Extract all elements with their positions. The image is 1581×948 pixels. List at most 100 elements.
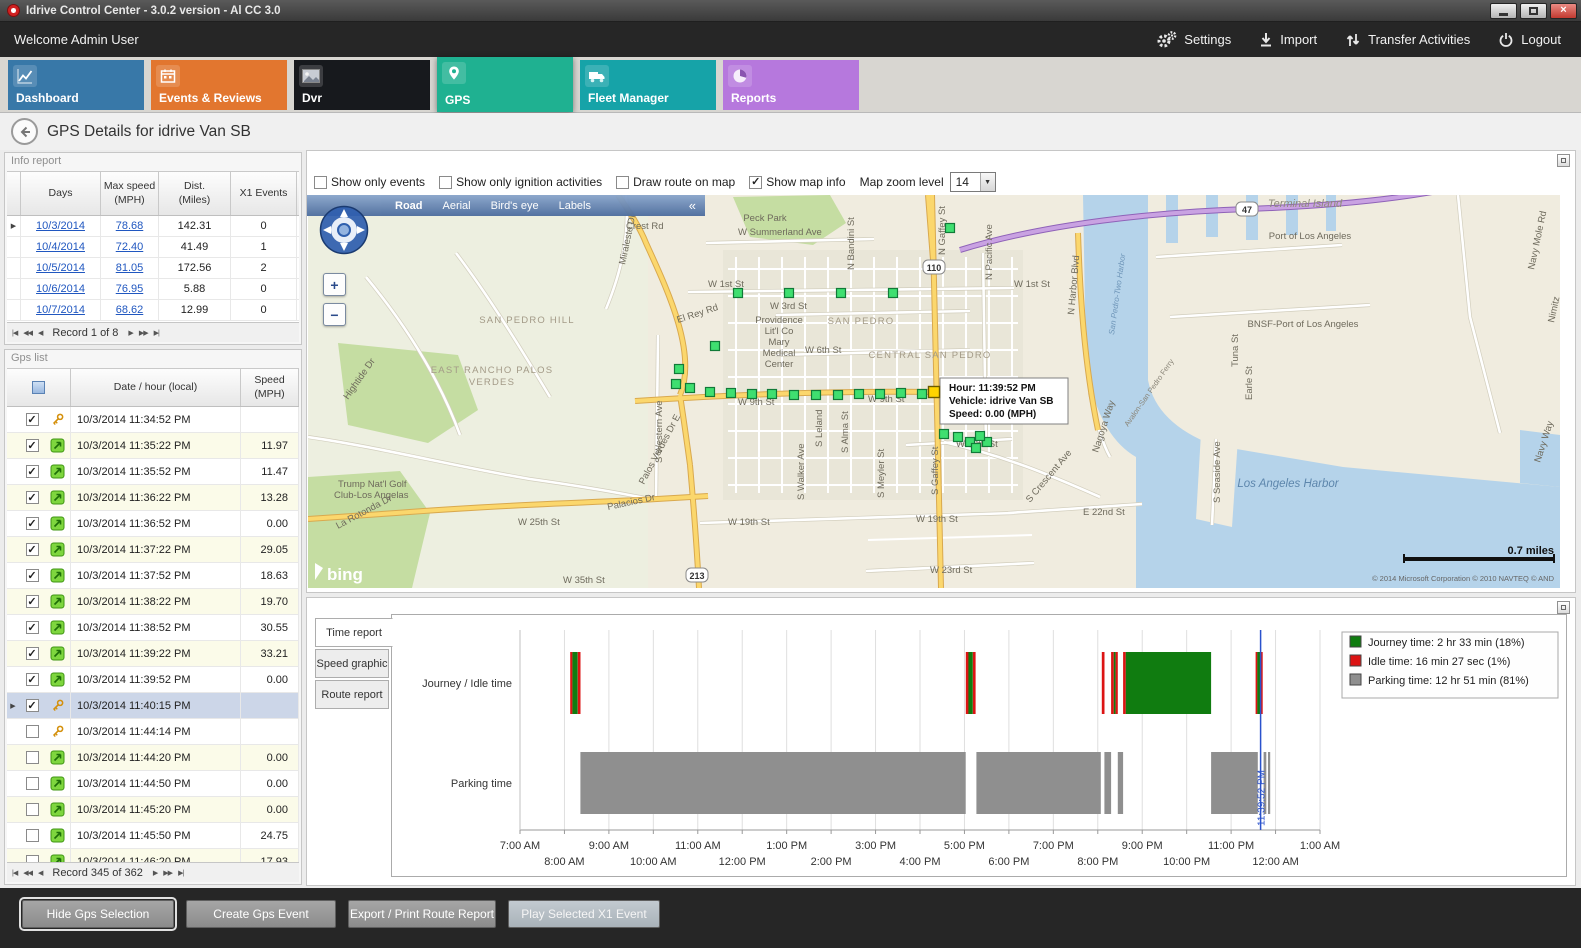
- gps-list-row[interactable]: 10/3/2014 11:35:52 PM11.47: [7, 459, 299, 485]
- map-option-checkbox[interactable]: [439, 176, 452, 189]
- row-checkbox[interactable]: [26, 439, 39, 452]
- date-column-header[interactable]: Date / hour (local): [71, 369, 241, 406]
- gps-marker[interactable]: [954, 433, 963, 442]
- gps-list-row[interactable]: 10/3/2014 11:38:52 PM30.55: [7, 615, 299, 641]
- gps-marker[interactable]: [790, 391, 799, 400]
- gps-marker[interactable]: [972, 444, 981, 453]
- bing-map[interactable]: Peck ParkCrest RdW Summerland AveMirales…: [308, 195, 1560, 588]
- row-checkbox[interactable]: [26, 803, 39, 816]
- column-header[interactable]: X1 Events: [231, 172, 297, 215]
- info-report-row[interactable]: 10/4/201472.4041.491: [7, 237, 299, 258]
- max-speed-link[interactable]: 76.95: [116, 283, 144, 295]
- column-header[interactable]: Max speed (MPH): [101, 172, 159, 215]
- info-report-row[interactable]: 10/5/201481.05172.562: [7, 258, 299, 279]
- row-checkbox[interactable]: [26, 621, 39, 634]
- menu-item-logout[interactable]: Logout: [1498, 32, 1561, 48]
- gps-list-row[interactable]: 10/3/2014 11:36:22 PM13.28: [7, 485, 299, 511]
- column-header[interactable]: Dist. (Miles): [159, 172, 231, 215]
- speed-column-header[interactable]: Speed (MPH): [241, 369, 299, 406]
- row-checkbox[interactable]: [26, 647, 39, 660]
- map-option-checkbox[interactable]: [749, 176, 762, 189]
- gps-marker[interactable]: [706, 388, 715, 397]
- row-checkbox[interactable]: [26, 595, 39, 608]
- max-speed-link[interactable]: 81.05: [116, 262, 144, 274]
- row-checkbox[interactable]: [26, 413, 39, 426]
- column-header[interactable]: Days: [21, 172, 101, 215]
- pager-first-button[interactable]: |◀: [12, 869, 17, 877]
- gps-marker[interactable]: [812, 391, 821, 400]
- map-nav-collapse-button[interactable]: «: [689, 198, 696, 213]
- row-checkbox[interactable]: [26, 725, 39, 738]
- gps-marker[interactable]: [918, 390, 927, 399]
- row-checkbox[interactable]: [26, 569, 39, 582]
- gps-marker[interactable]: [785, 289, 794, 298]
- row-checkbox[interactable]: [26, 673, 39, 686]
- select-all-button[interactable]: [32, 381, 45, 394]
- pager-next-button[interactable]: ▶: [153, 869, 157, 877]
- gps-marker[interactable]: [672, 380, 681, 389]
- row-checkbox[interactable]: [26, 465, 39, 478]
- day-link[interactable]: 10/6/2014: [36, 283, 85, 295]
- map-compass-control[interactable]: [317, 203, 371, 262]
- gps-list-row[interactable]: 10/3/2014 11:34:52 PM: [7, 407, 299, 433]
- pager-first-button[interactable]: |◀: [12, 329, 17, 337]
- tab-fleet-manager[interactable]: Fleet Manager: [580, 60, 716, 110]
- close-button[interactable]: ×: [1550, 3, 1577, 19]
- gps-list-row[interactable]: 10/3/2014 11:39:22 PM33.21: [7, 641, 299, 667]
- row-checkbox[interactable]: [26, 543, 39, 556]
- menu-item-transfer-activities[interactable]: Transfer Activities: [1345, 32, 1470, 48]
- map-style-aerial[interactable]: Aerial: [443, 200, 471, 212]
- day-link[interactable]: 10/7/2014: [36, 304, 85, 316]
- max-speed-link[interactable]: 72.40: [116, 241, 144, 253]
- gps-marker[interactable]: [711, 342, 720, 351]
- tab-dvr[interactable]: Dvr: [294, 60, 430, 110]
- selected-gps-marker[interactable]: [929, 387, 940, 398]
- menu-item-settings[interactable]: Settings: [1156, 31, 1231, 48]
- map-style-road[interactable]: Road: [395, 200, 423, 212]
- row-checkbox[interactable]: [26, 829, 39, 842]
- info-report-row[interactable]: ▶10/3/201478.68142.310: [7, 216, 299, 237]
- gps-list-row[interactable]: 10/3/2014 11:37:52 PM18.63: [7, 563, 299, 589]
- day-link[interactable]: 10/3/2014: [36, 220, 85, 232]
- back-button[interactable]: [11, 118, 38, 145]
- export-print-route-report-button[interactable]: Export / Print Route Report: [348, 900, 496, 928]
- map-zoom-in-button[interactable]: +: [323, 273, 346, 296]
- row-checkbox[interactable]: [26, 777, 39, 790]
- chart-tab-speed-graphic[interactable]: Speed graphic: [315, 649, 389, 678]
- chart-tab-route-report[interactable]: Route report: [315, 680, 389, 709]
- map-container[interactable]: Peck ParkCrest RdW Summerland AveMirales…: [308, 195, 1560, 588]
- map-style-labels[interactable]: Labels: [559, 200, 591, 212]
- map-zoom-select[interactable]: 14▼: [950, 172, 996, 192]
- tab-gps[interactable]: GPS: [437, 57, 573, 112]
- gps-list-row[interactable]: 10/3/2014 11:36:52 PM0.00: [7, 511, 299, 537]
- gps-marker[interactable]: [768, 390, 777, 399]
- gps-list-row[interactable]: 10/3/2014 11:35:22 PM11.97: [7, 433, 299, 459]
- gps-marker[interactable]: [734, 289, 743, 298]
- pager-next-button[interactable]: ▶: [128, 329, 132, 337]
- play-selected-x1-event-button[interactable]: Play Selected X1 Event: [508, 900, 660, 928]
- row-checkbox[interactable]: [26, 491, 39, 504]
- gps-marker[interactable]: [876, 390, 885, 399]
- gps-marker[interactable]: [889, 289, 898, 298]
- gps-marker[interactable]: [940, 430, 949, 439]
- pager-last-button[interactable]: ▶|: [178, 869, 183, 877]
- day-link[interactable]: 10/4/2014: [36, 241, 85, 253]
- row-checkbox[interactable]: [26, 517, 39, 530]
- hide-gps-selection-button[interactable]: Hide Gps Selection: [22, 900, 174, 928]
- gps-list-row[interactable]: 10/3/2014 11:38:22 PM19.70: [7, 589, 299, 615]
- pager-prev-button[interactable]: ◀: [38, 869, 42, 877]
- map-maximize-button[interactable]: [1557, 154, 1570, 167]
- gps-list-row[interactable]: 10/3/2014 11:37:22 PM29.05: [7, 537, 299, 563]
- gps-list-row[interactable]: 10/3/2014 11:44:14 PM: [7, 719, 299, 745]
- tab-events-reviews[interactable]: Events & Reviews: [151, 60, 287, 110]
- gps-list-row[interactable]: 10/3/2014 11:39:52 PM0.00: [7, 667, 299, 693]
- pager-prev-page-button[interactable]: ◀◀: [23, 869, 32, 877]
- gps-marker[interactable]: [748, 390, 757, 399]
- gps-list-row[interactable]: 10/3/2014 11:44:50 PM0.00: [7, 771, 299, 797]
- gps-marker[interactable]: [897, 389, 906, 398]
- gps-marker[interactable]: [686, 384, 695, 393]
- menu-item-import[interactable]: Import: [1259, 32, 1317, 48]
- minimize-button[interactable]: [1490, 3, 1517, 19]
- gps-list-row[interactable]: 10/3/2014 11:44:20 PM0.00: [7, 745, 299, 771]
- gps-list-row[interactable]: 10/3/2014 11:45:50 PM24.75: [7, 823, 299, 849]
